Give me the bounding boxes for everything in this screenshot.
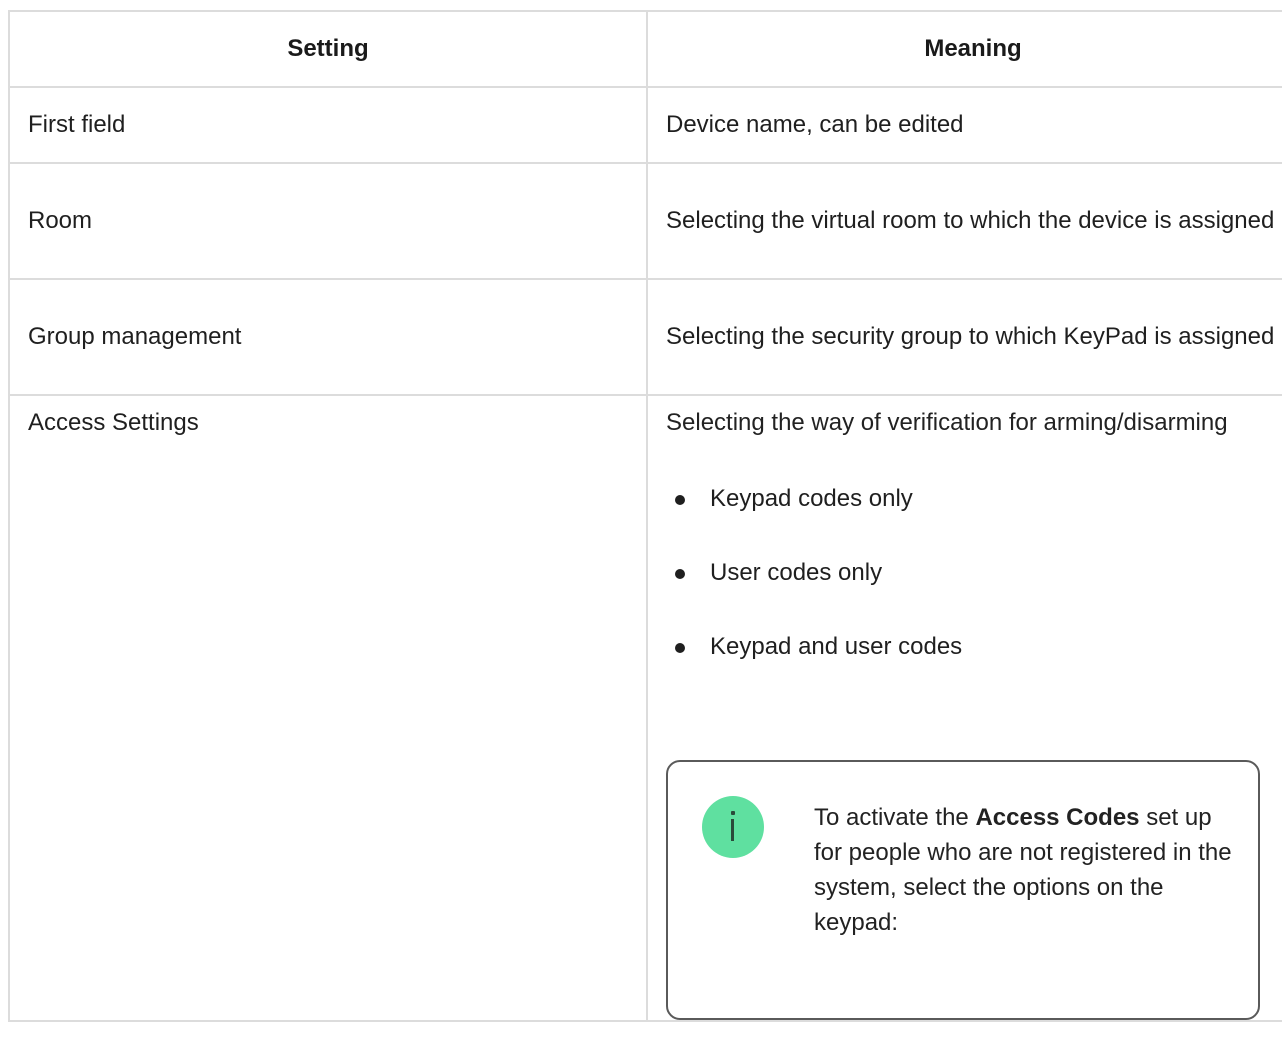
- list-item: Keypad and user codes: [666, 610, 1280, 684]
- note-text-before: To activate the: [814, 804, 976, 831]
- info-icon-dot: [731, 811, 735, 815]
- setting-cell: First field: [8, 86, 648, 164]
- bullet-icon: [675, 643, 685, 653]
- meaning-text: Selecting the way of verification for ar…: [666, 409, 1228, 436]
- table-row: First field Device name, can be edited: [8, 86, 1282, 164]
- info-icon-stem: [731, 819, 734, 841]
- header-meaning: Meaning: [646, 10, 1282, 88]
- note-text-bold: Access Codes: [975, 804, 1140, 831]
- setting-cell: Group management: [8, 278, 648, 396]
- bullet-icon: [675, 569, 685, 579]
- list-item: Keypad codes only: [666, 462, 1280, 536]
- info-icon: [702, 796, 764, 858]
- header-setting: Setting: [8, 10, 648, 88]
- option-label: User codes only: [710, 559, 883, 586]
- list-item: User codes only: [666, 536, 1280, 610]
- meaning-cell: Device name, can be edited: [646, 86, 1282, 164]
- meaning-cell: Selecting the security group to which Ke…: [646, 278, 1282, 396]
- table-row: Group management Selecting the security …: [8, 278, 1282, 396]
- meaning-cell: Selecting the way of verification for ar…: [646, 394, 1282, 1022]
- bullet-icon: [675, 495, 685, 505]
- meaning-cell: Selecting the virtual room to which the …: [646, 162, 1282, 280]
- table-row: Room Selecting the virtual room to which…: [8, 162, 1282, 280]
- table-row: Access Settings Selecting the way of ver…: [8, 394, 1282, 1022]
- settings-table-container: Setting Meaning First field Device name,…: [8, 10, 1282, 1022]
- setting-cell: Access Settings: [8, 394, 648, 1022]
- setting-cell: Room: [8, 162, 648, 280]
- table-header-row: Setting Meaning: [8, 10, 1282, 88]
- note-text: To activate the Access Codes set up for …: [814, 800, 1234, 940]
- settings-table: Setting Meaning First field Device name,…: [8, 10, 1282, 1022]
- option-label: Keypad codes only: [710, 485, 913, 512]
- info-note: To activate the Access Codes set up for …: [666, 760, 1260, 1020]
- option-label: Keypad and user codes: [710, 633, 963, 660]
- access-options-list: Keypad codes only User codes only Keypad…: [666, 462, 1280, 684]
